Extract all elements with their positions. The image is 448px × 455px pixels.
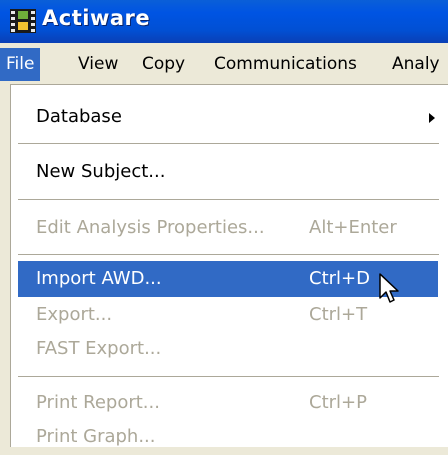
menu-item-print-graph: Print Graph... <box>18 419 438 455</box>
menu-separator <box>18 199 439 200</box>
menu-separator <box>18 376 439 377</box>
menu-item-fast-export: FAST Export... <box>18 331 438 367</box>
menu-item-print-report: Print Report... Ctrl+P <box>18 385 438 421</box>
menu-bar: File View Copy Communications Analy <box>0 43 448 83</box>
menu-item-database[interactable]: Database <box>18 99 438 135</box>
menu-item-shortcut: Ctrl+P <box>309 392 367 413</box>
menu-item-import-awd[interactable]: Import AWD... Ctrl+D <box>18 261 438 297</box>
submenu-arrow-icon <box>429 113 435 123</box>
menu-item-label: Print Graph... <box>36 426 156 447</box>
menu-item-label: FAST Export... <box>36 338 162 359</box>
menu-item-shortcut: Ctrl+D <box>309 268 370 289</box>
menu-analysis[interactable]: Analy <box>392 51 440 77</box>
menu-copy[interactable]: Copy <box>142 51 185 77</box>
menu-item-shortcut: Ctrl+T <box>309 304 368 325</box>
menu-item-edit-analysis-properties: Edit Analysis Properties... Alt+Enter <box>18 210 438 246</box>
menu-communications[interactable]: Communications <box>214 51 357 77</box>
title-bar: Actiware <box>0 0 448 43</box>
menu-item-shortcut: Alt+Enter <box>309 217 397 238</box>
film-strip-icon <box>10 9 36 33</box>
menu-item-label: Import AWD... <box>36 268 162 289</box>
mouse-pointer-icon <box>379 273 399 303</box>
menu-item-label: Database <box>36 106 122 127</box>
menu-separator <box>18 143 439 144</box>
menu-item-label: Print Report... <box>36 392 160 413</box>
file-menu-dropdown: Database New Subject... Edit Analysis Pr… <box>10 84 448 447</box>
menu-separator <box>18 254 439 255</box>
menu-item-export: Export... Ctrl+T <box>18 297 438 333</box>
menu-view[interactable]: View <box>78 51 118 77</box>
window-title: Actiware <box>42 6 151 30</box>
menu-item-new-subject[interactable]: New Subject... <box>18 154 438 190</box>
menu-item-label: Edit Analysis Properties... <box>36 217 265 238</box>
menu-file[interactable]: File <box>0 48 41 81</box>
menu-item-label: Export... <box>36 304 113 325</box>
menu-item-label: New Subject... <box>36 161 166 182</box>
